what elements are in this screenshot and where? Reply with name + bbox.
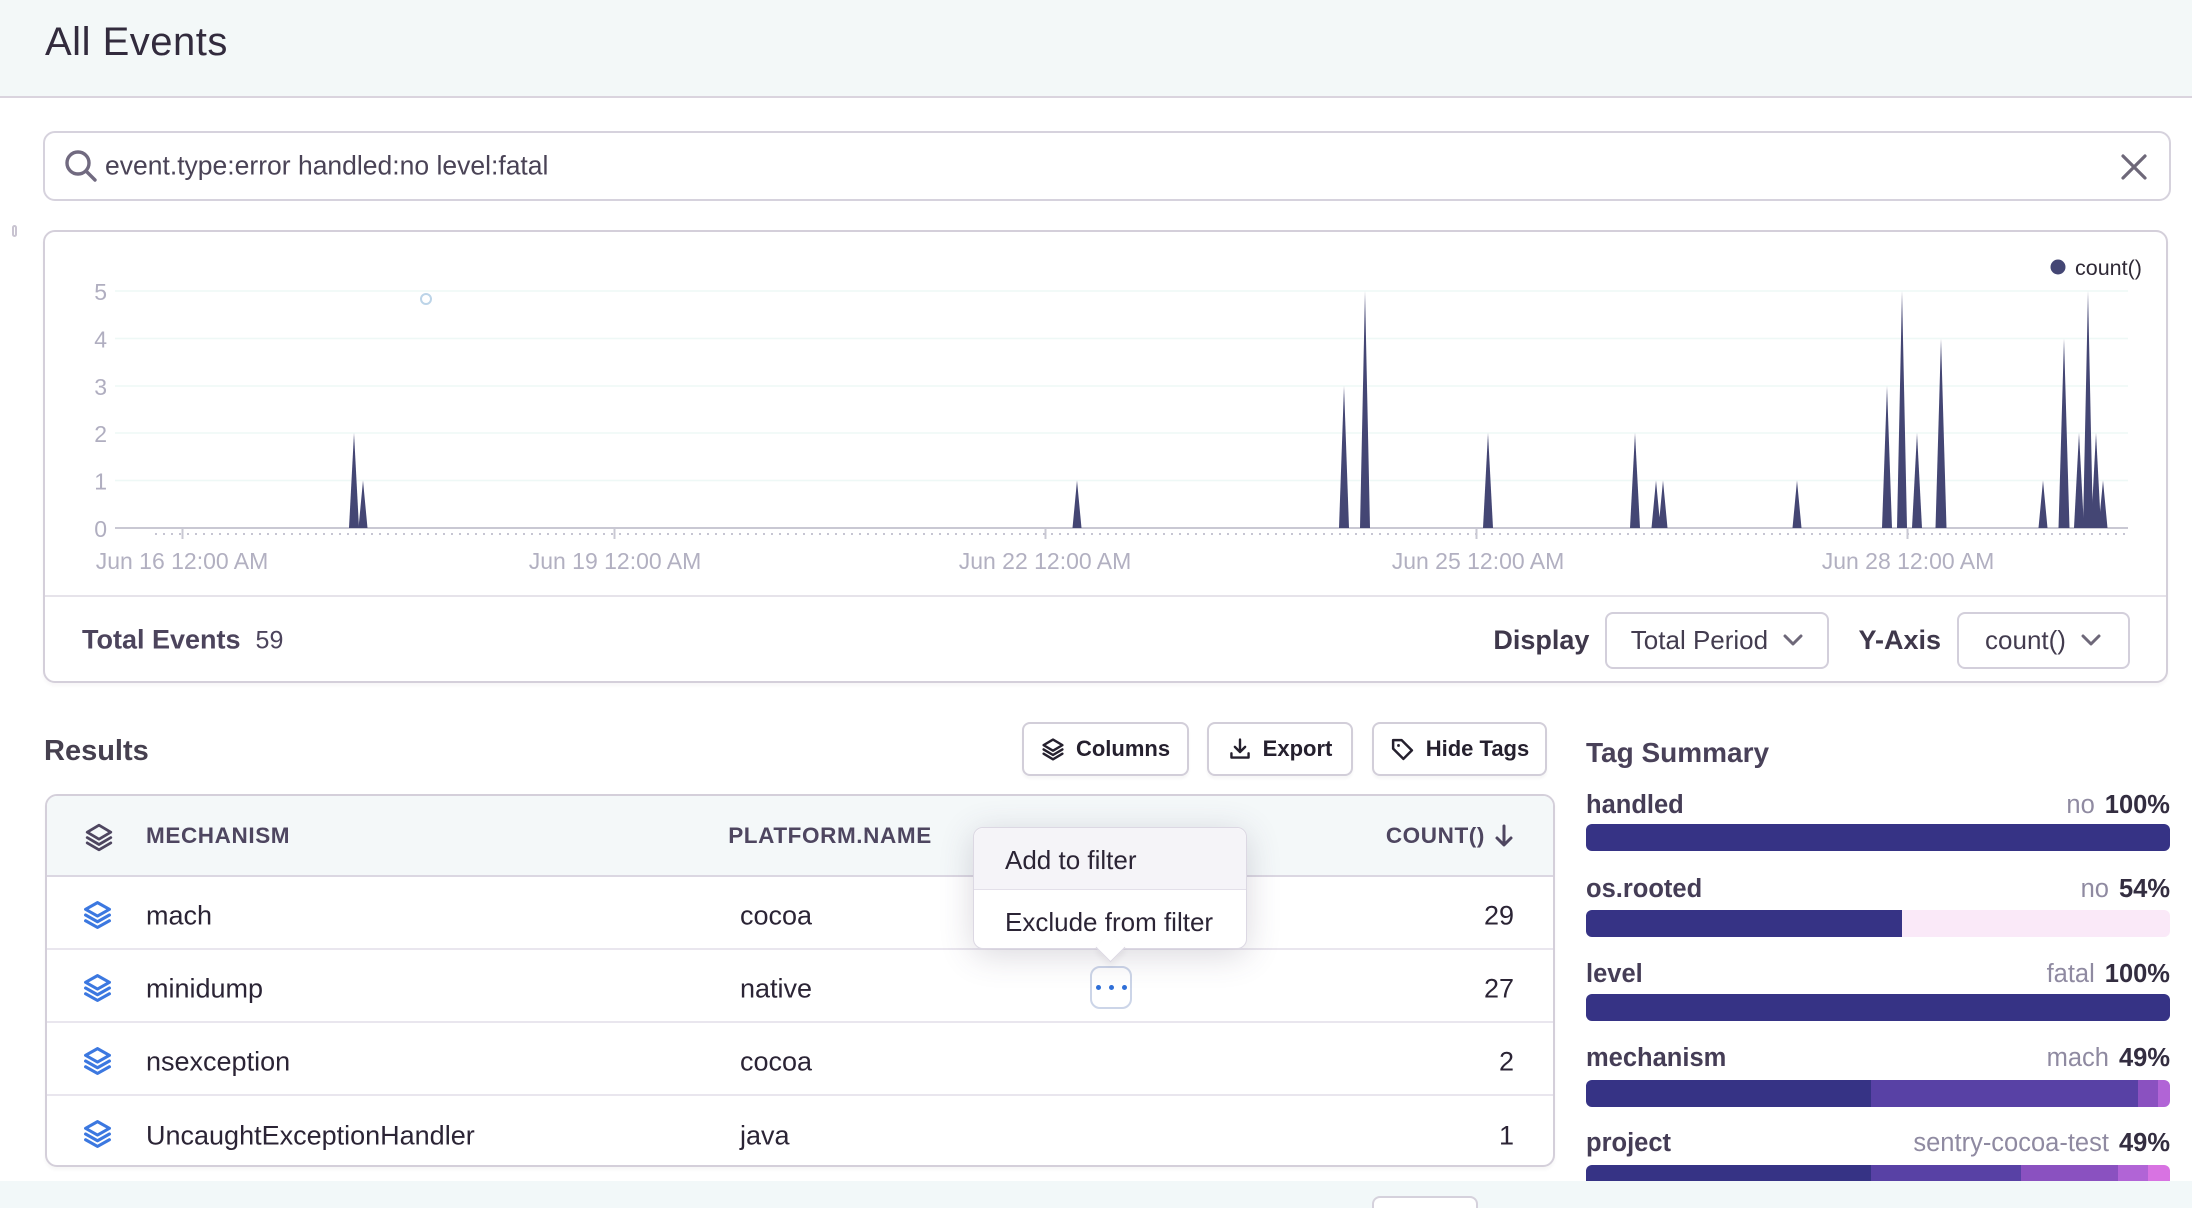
svg-text:4: 4 [94, 327, 107, 353]
svg-text:Jun 25 12:00 AM: Jun 25 12:00 AM [1392, 548, 1565, 574]
svg-text:3: 3 [94, 374, 107, 400]
svg-text:0: 0 [94, 516, 107, 542]
svg-text:count(): count() [2075, 256, 2142, 280]
svg-text:Jun 19 12:00 AM: Jun 19 12:00 AM [529, 548, 702, 574]
svg-text:2: 2 [94, 421, 107, 447]
svg-text:5: 5 [94, 279, 107, 305]
svg-text:1: 1 [94, 469, 107, 495]
svg-text:Jun 16 12:00 AM: Jun 16 12:00 AM [96, 548, 269, 574]
svg-text:Jun 28 12:00 AM: Jun 28 12:00 AM [1822, 548, 1995, 574]
svg-text:Jun 22 12:00 AM: Jun 22 12:00 AM [959, 548, 1132, 574]
